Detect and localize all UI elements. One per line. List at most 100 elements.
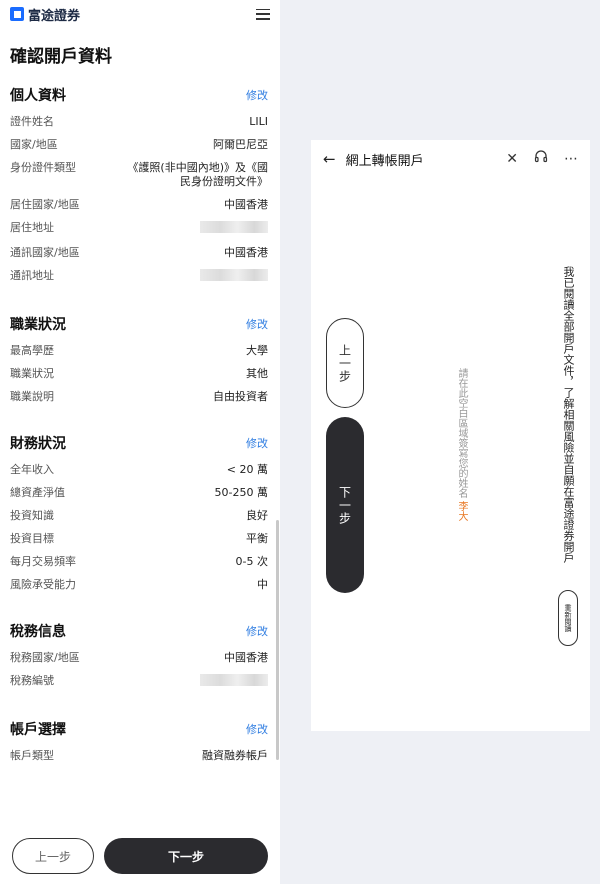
menu-icon[interactable] [256,8,270,20]
field-label: 通訊地址 [10,269,54,282]
close-icon[interactable]: ✕ [506,151,518,167]
info-row: 身份證件類型 《護照(非中國內地)》及《國民身份證明文件》 [10,161,268,189]
info-row: 稅務編號 [10,674,268,690]
field-label: 職業狀況 [10,367,54,380]
section: 職業狀況 修改 最高學歷 大學 職業狀況 其他 職業說明 自由投資者 [0,312,280,404]
section: 帳戶選擇 修改帳戶類型 融資融券帳戶 [0,717,280,763]
reread-button[interactable]: 重新閱讀 [558,590,578,646]
info-row: 居住地址 [10,221,268,237]
info-row: 投資目標 平衡 [10,532,268,546]
agreement-text: 我已閱讀全部開戶文件，了解相關風險並自願在富途證券開戶 [562,266,575,563]
field-value: 其他 [246,367,268,380]
field-value: 中國香港 [224,651,268,664]
field-value: 良好 [246,509,268,522]
top-bar: 富途證券 [0,0,280,28]
edit-link[interactable]: 修改 [246,623,268,639]
dialog-header: ← 網上轉帳開戶 ✕ ⋯ [311,140,590,178]
redacted-block [200,221,268,233]
field-label: 投資知識 [10,509,54,522]
dialog-prev-step-button[interactable]: 上一步 [326,318,364,408]
next-step-button[interactable]: 下一步 [104,838,268,874]
dialog-next-step-button[interactable]: 下一步 [326,417,364,593]
info-row: 全年收入 < 20 萬 [10,463,268,477]
signature-name: 李大 [456,501,467,522]
sections-container: 個人資料 修改 證件姓名 LILI 國家/地區 阿爾巴尼亞 身份證件類型 《護照(非中國內地)… [0,83,280,790]
field-label: 總資產淨值 [10,486,65,499]
info-row: 證件姓名 LILI [10,115,268,129]
field-value: 《護照(非中國內地)》及《國民身份證明文件》 [127,161,268,188]
info-row: 通訊國家/地區 中國香港 [10,246,268,260]
field-value: 50-250 萬 [214,486,268,499]
field-value: 大學 [246,344,268,357]
field-value: 中國香港 [224,198,268,211]
bottom-action-bar: 上一步 下一步 [0,828,280,884]
section-header: 職業狀況 修改 [10,312,268,336]
section-title: 個人資料 [10,88,66,104]
masked-value [200,221,268,237]
section-header: 帳戶選擇 修改 [10,717,268,741]
section-header: 稅務信息 修改 [10,619,268,643]
info-row: 通訊地址 [10,269,268,285]
brand-logo[interactable]: 富途證券 [10,5,80,24]
info-row: 職業說明 自由投資者 [10,390,268,404]
section-header: 財務狀況 修改 [10,431,268,455]
dialog-title: 網上轉帳開戶 [345,153,424,169]
field-value: LILI [249,115,268,128]
form-panel: 富途證券 確認開戶資料 個人資料 修改 證件姓名 LILI 國家/地區 阿爾巴尼亞 身份證件… [0,0,280,884]
info-row: 最高學歷 大學 [10,344,268,358]
field-label: 證件姓名 [10,115,54,128]
info-row: 每月交易頻率 0-5 次 [10,555,268,569]
headset-icon[interactable] [534,150,548,168]
field-label: 投資目標 [10,532,54,545]
field-value: 融資融券帳戶 [202,749,268,762]
field-label: 身份證件類型 [10,161,76,174]
info-row: 稅務國家/地區 中國香港 [10,651,268,665]
field-label: 居住地址 [10,221,54,234]
prev-step-button[interactable]: 上一步 [12,838,94,874]
field-value: 自由投資者 [213,390,268,403]
edit-link[interactable]: 修改 [246,721,268,737]
more-icon[interactable]: ⋯ [564,151,578,167]
section: 稅務信息 修改稅務國家/地區 中國香港稅務編號 [0,619,280,690]
edit-link[interactable]: 修改 [246,87,268,103]
field-label: 居住國家/地區 [10,198,80,211]
section: 個人資料 修改證件姓名 LILI 國家/地區 阿爾巴尼亞身份證件類型 《護照(非中國內地)… [0,83,280,285]
field-label: 國家/地區 [10,138,58,151]
online-transfer-dialog: ← 網上轉帳開戶 ✕ ⋯ 上一步 下一步 請在此空白區域簽寫您的姓名 李大 我已… [311,140,590,731]
section-header: 個人資料 修改 [10,83,268,107]
field-value: 中國香港 [224,246,268,259]
field-label: 帳戶類型 [10,749,54,762]
field-value: 平衡 [246,532,268,545]
field-label: 風險承受能力 [10,578,76,591]
field-value: 0-5 次 [235,555,268,568]
field-value: 阿爾巴尼亞 [213,138,268,151]
section-title: 財務狀況 [10,436,66,452]
masked-value [200,269,268,285]
info-row: 居住國家/地區 中國香港 [10,198,268,212]
edit-link[interactable]: 修改 [246,435,268,451]
redacted-block [200,674,268,686]
masked-value [200,674,268,690]
section-title: 職業狀況 [10,317,66,333]
field-label: 職業說明 [10,390,54,403]
info-row: 投資知識 良好 [10,509,268,523]
signature-area[interactable]: 請在此空白區域簽寫您的姓名 李大 [455,368,467,521]
brand-name: 富途證券 [28,8,81,24]
info-row: 風險承受能力 中 [10,578,268,592]
field-label: 每月交易頻率 [10,555,76,568]
back-arrow-icon[interactable]: ← [323,150,336,168]
field-label: 最高學歷 [10,344,54,357]
field-label: 稅務國家/地區 [10,651,80,664]
section-title: 帳戶選擇 [10,722,66,738]
signature-hint: 請在此空白區域簽寫您的姓名 [456,368,467,498]
info-row: 總資產淨值 50-250 萬 [10,486,268,500]
edit-link[interactable]: 修改 [246,316,268,332]
field-value: < 20 萬 [226,463,268,476]
page-title: 確認開戶資料 [10,47,112,67]
scrollbar[interactable] [276,520,279,760]
